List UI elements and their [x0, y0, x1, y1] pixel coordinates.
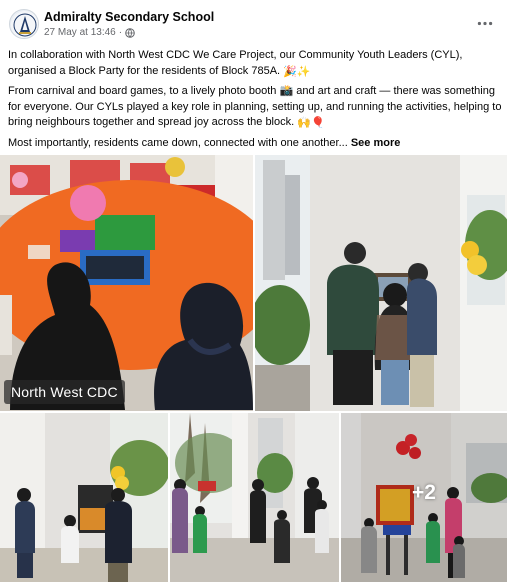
post-paragraph: Most importantly, residents came down, c…: [8, 136, 502, 152]
photo-game-stall[interactable]: [0, 413, 168, 582]
school-crest-icon: [11, 11, 38, 38]
photo-grid: North West CDC +2: [0, 155, 507, 582]
paragraph-text: In collaboration with North West CDC We …: [8, 49, 463, 77]
party-emoji: 🎉✨: [283, 65, 311, 78]
celebration-emoji: 🙌🎈: [297, 117, 325, 129]
post-timestamp[interactable]: 27 May at 13:46: [44, 27, 116, 38]
photo-image: [0, 155, 253, 411]
page-name-link[interactable]: Admiralty Secondary School: [44, 10, 214, 24]
post-meta: 27 May at 13:46 ·: [44, 27, 135, 38]
more-photos-count: +2: [412, 481, 436, 504]
post-header: Admiralty Secondary School 27 May at 13:…: [0, 0, 507, 44]
paragraph-text: From carnival and board games, to a live…: [8, 85, 502, 128]
photo-image: [0, 413, 168, 582]
post-body: In collaboration with North West CDC We …: [8, 48, 502, 155]
paragraph-text: Most importantly, residents came down, c…: [8, 136, 348, 149]
more-options-button[interactable]: [475, 14, 495, 32]
globe-icon: [125, 27, 135, 38]
photo-photo-booth[interactable]: [255, 155, 507, 411]
photo-image: [170, 413, 339, 582]
photo-image: [255, 155, 507, 411]
page-avatar[interactable]: [9, 9, 39, 39]
ellipsis-icon: [477, 21, 493, 25]
see-more-link[interactable]: See more: [351, 137, 401, 149]
photo-void-deck[interactable]: [170, 413, 339, 582]
photo-kids-art-table[interactable]: North West CDC: [0, 155, 253, 411]
photo-more-tile[interactable]: +2: [341, 413, 507, 582]
meta-separator: ·: [118, 27, 123, 38]
watermark-label: North West CDC: [4, 380, 125, 404]
post-paragraph: From carnival and board games, to a live…: [8, 84, 502, 132]
post-paragraph: In collaboration with North West CDC We …: [8, 48, 502, 80]
